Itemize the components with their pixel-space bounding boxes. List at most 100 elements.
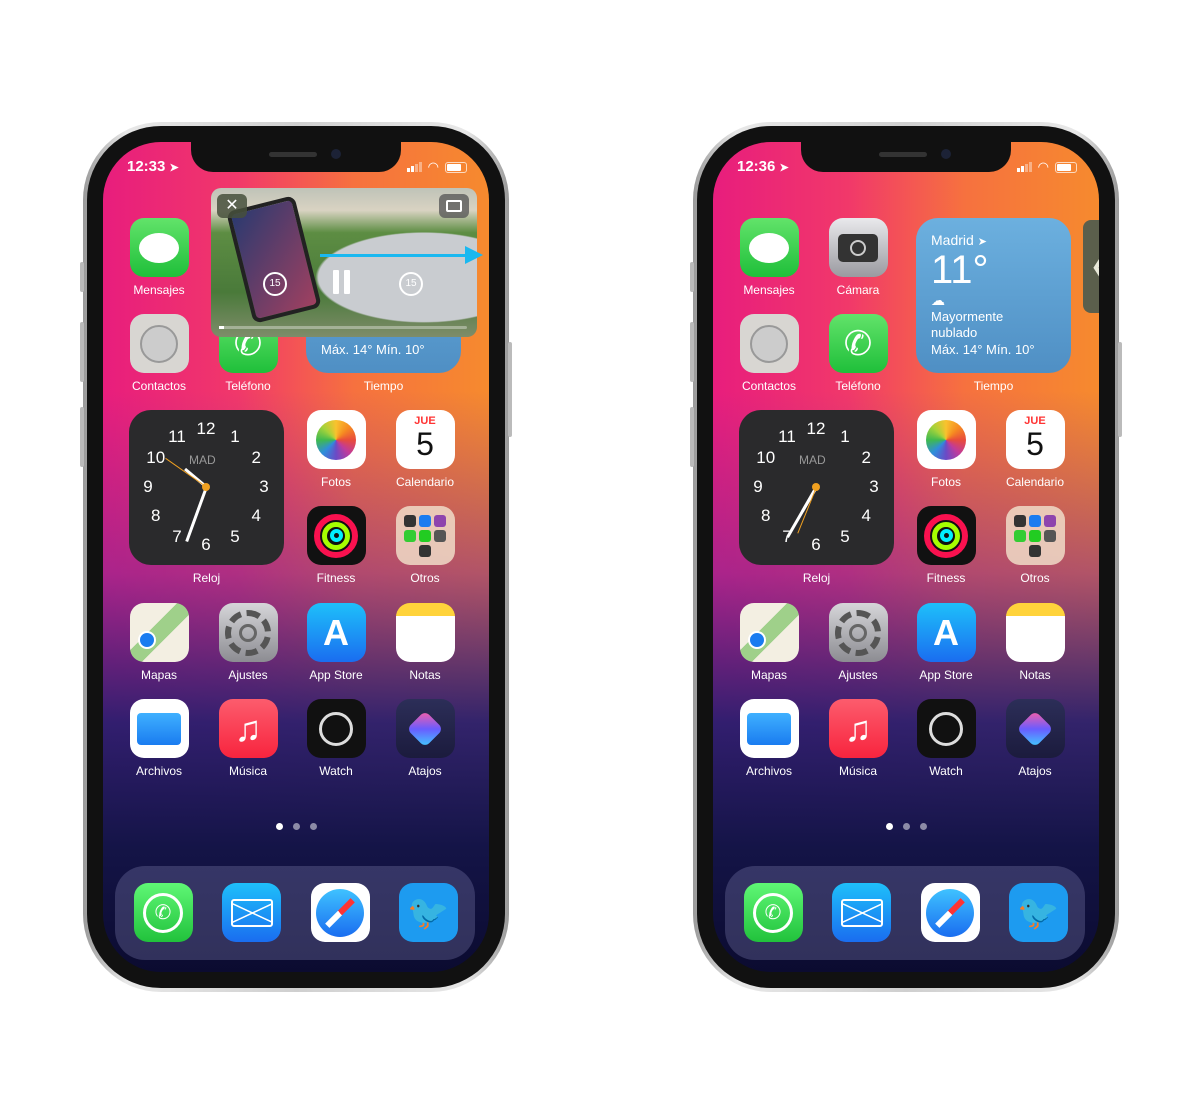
settings-icon (828, 603, 888, 662)
page-indicator[interactable] (713, 823, 1099, 830)
clock-number: 7 (172, 527, 182, 547)
skip-back-button[interactable]: 15 (263, 272, 287, 296)
weather-range: Máx. 14° Mín. 10° (931, 342, 1035, 357)
mail-icon (222, 883, 281, 942)
page-dot[interactable] (275, 823, 283, 830)
clock-number: 11 (778, 426, 796, 446)
clock-widget[interactable]: 121234567891011MAD (739, 410, 894, 565)
app-whatsapp[interactable]: ✆ (133, 883, 193, 942)
clock-number: 4 (861, 506, 871, 525)
app-phone[interactable]: ✆ Teléfono (828, 314, 888, 393)
battery-icon (1055, 161, 1077, 173)
camera-icon (828, 218, 888, 277)
app-camera[interactable]: Cámara (828, 218, 888, 297)
whatsapp-icon: ✆ (743, 883, 803, 942)
app-twitter[interactable]: 🐦 (399, 883, 459, 942)
clock-label: Reloj (192, 571, 221, 585)
clock-number: 12 (806, 419, 826, 438)
clock-number: 9 (753, 477, 763, 496)
app-appstore[interactable]: A App Store (916, 603, 976, 682)
app-messages[interactable]: Mensajes (739, 218, 799, 297)
close-button[interactable]: ✕ (217, 194, 247, 218)
app-calendar[interactable]: JUE 5 Calendario (395, 410, 455, 489)
clock-label: Reloj (802, 571, 831, 585)
clock-number: 6 (201, 535, 211, 554)
page-dot[interactable] (885, 823, 893, 830)
picture-in-picture-window[interactable]: ✕ 15 15 (211, 188, 477, 337)
app-settings[interactable]: Ajustes (828, 603, 888, 682)
shortcuts-icon (1005, 699, 1065, 758)
app-appstore[interactable]: A App Store (306, 603, 366, 682)
stashed-pip-tab[interactable]: ❮ (1083, 220, 1099, 313)
twitter-icon: 🐦 (1009, 883, 1068, 942)
swipe-arrow (320, 254, 470, 257)
clock-number: 3 (259, 477, 269, 496)
app-contacts[interactable]: Contactos (739, 314, 799, 393)
page-dot[interactable] (309, 823, 317, 830)
cellular-signal-icon (1016, 162, 1032, 172)
close-icon: ✕ (225, 197, 239, 214)
page-indicator[interactable] (103, 823, 489, 830)
app-folder[interactable]: Otros (395, 506, 455, 585)
status-time: 12:36 ➤ (737, 158, 789, 175)
clock-number: 5 (840, 527, 850, 547)
pause-button[interactable] (333, 270, 350, 294)
music-icon: ♫ (218, 699, 278, 758)
restore-pip-button[interactable] (439, 194, 469, 218)
app-photos[interactable]: Fotos (306, 410, 366, 489)
app-twitter[interactable]: 🐦 (1009, 883, 1069, 942)
fitness-icon (306, 506, 366, 565)
files-icon (129, 699, 189, 758)
app-mail[interactable] (832, 883, 892, 942)
status-icons: ◠ (406, 159, 467, 175)
notes-icon (395, 603, 455, 662)
app-music[interactable]: ♫ Música (828, 699, 888, 778)
clock-number: 1 (840, 426, 850, 446)
app-watch[interactable]: Watch (916, 699, 976, 778)
music-icon: ♫ (828, 699, 888, 758)
page-dot[interactable] (919, 823, 927, 830)
cloud-icon: ☁ (931, 292, 945, 308)
app-folder[interactable]: Otros (1005, 506, 1065, 585)
weather-temp: 11° (931, 248, 989, 292)
app-music[interactable]: ♫ Música (218, 699, 278, 778)
battery-icon (445, 161, 467, 173)
clock-city: MAD (189, 453, 216, 467)
skip-forward-button[interactable]: 15 (399, 272, 423, 296)
app-maps[interactable]: Mapas (129, 603, 189, 682)
app-settings[interactable]: Ajustes (218, 603, 278, 682)
chevron-left-icon: ❮ (1090, 252, 1099, 281)
app-safari[interactable] (310, 883, 370, 942)
clock-number: 11 (168, 426, 186, 446)
app-photos[interactable]: Fotos (916, 410, 976, 489)
app-shortcuts[interactable]: Atajos (395, 699, 455, 778)
app-calendar[interactable]: JUE 5 Calendario (1005, 410, 1065, 489)
app-mail[interactable] (222, 883, 282, 942)
app-files[interactable]: Archivos (129, 699, 189, 778)
mail-icon (832, 883, 891, 942)
app-safari[interactable] (920, 883, 980, 942)
weather-range: Máx. 14° Mín. 10° (321, 342, 425, 357)
app-files[interactable]: Archivos (739, 699, 799, 778)
app-messages[interactable]: Mensajes (129, 218, 189, 297)
page-dot[interactable] (902, 823, 910, 830)
clock-city: MAD (799, 453, 826, 467)
messages-icon (129, 218, 189, 277)
video-progress-bar[interactable] (219, 326, 467, 329)
page-dot[interactable] (292, 823, 300, 830)
weather-widget[interactable]: Madrid ➤ 11° ☁ Mayormente nublado Máx. 1… (916, 218, 1071, 373)
app-fitness[interactable]: Fitness (916, 506, 976, 585)
app-contacts[interactable]: Contactos (129, 314, 189, 393)
app-watch[interactable]: Watch (306, 699, 366, 778)
app-shortcuts[interactable]: Atajos (1005, 699, 1065, 778)
app-maps[interactable]: Mapas (739, 603, 799, 682)
dock: ✆ 🐦 (725, 866, 1085, 960)
app-notes[interactable]: Notas (395, 603, 455, 682)
status-time: 12:33 ➤ (127, 158, 179, 175)
clock-widget[interactable]: 121234567891011MAD (129, 410, 284, 565)
clock-center (812, 483, 820, 491)
app-fitness[interactable]: Fitness (306, 506, 366, 585)
app-whatsapp[interactable]: ✆ (743, 883, 803, 942)
iphone-1: 12:33 ➤ ◠ MensajesContactos✆Teléfono Mad… (80, 122, 512, 992)
app-notes[interactable]: Notas (1005, 603, 1065, 682)
